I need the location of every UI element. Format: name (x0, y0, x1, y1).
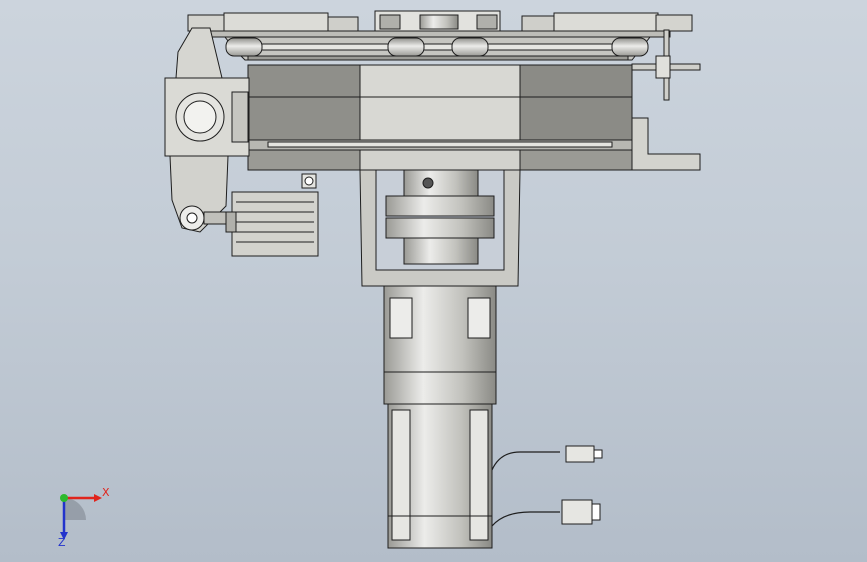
base-flange-right[interactable] (631, 117, 701, 171)
top-fixture-plates[interactable] (187, 10, 693, 38)
gear-reducer[interactable] (383, 285, 497, 405)
x-axis-label: X (102, 486, 110, 499)
servo-motor[interactable] (387, 403, 493, 549)
encoder-connector[interactable] (561, 499, 601, 525)
cad-viewport[interactable] (0, 0, 867, 562)
index-dial-plate[interactable] (223, 36, 652, 61)
coordinate-triad: X Y Z (44, 480, 114, 550)
air-cylinder[interactable] (225, 173, 319, 257)
motor-cables[interactable] (491, 451, 560, 527)
coupling-frame[interactable] (359, 169, 521, 287)
indexer-housing[interactable] (247, 64, 633, 171)
z-axis-label: Z (58, 536, 66, 549)
power-connector[interactable] (565, 445, 603, 463)
